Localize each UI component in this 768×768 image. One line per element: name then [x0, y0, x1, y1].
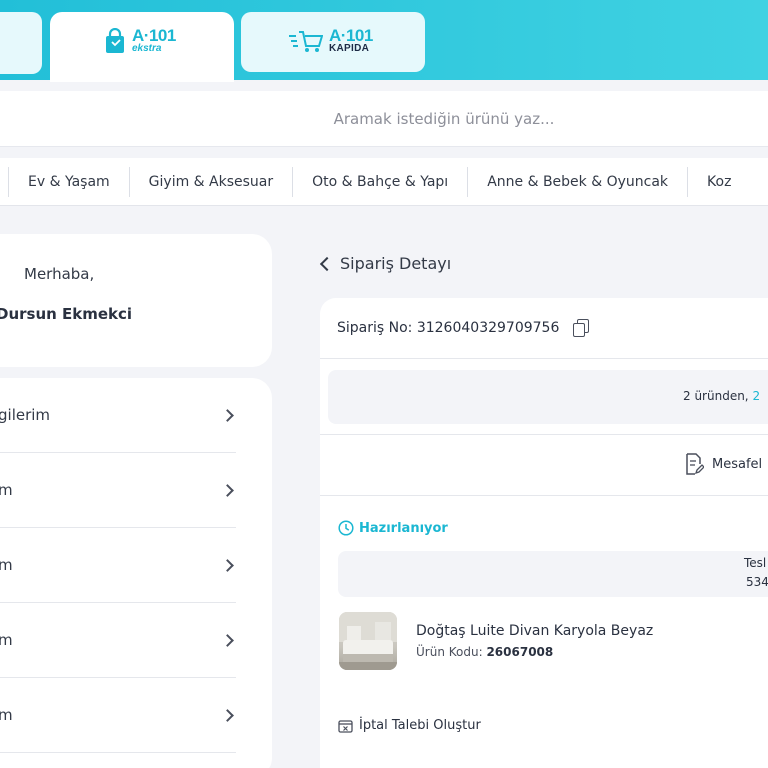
greeting-card: Merhaba, Dursun Ekmekci — [0, 234, 272, 367]
account-menu-item[interactable]: gilerim — [0, 378, 236, 453]
delivery-code: 534 — [746, 575, 768, 589]
kapida-logo: A·101 KAPIDA — [289, 26, 373, 54]
account-menu-item[interactable]: m — [0, 453, 236, 528]
cancel-box-icon — [338, 720, 353, 733]
order-number-row: Sipariş No: 3126040329709756 — [320, 298, 768, 359]
shopping-bag-icon — [106, 28, 124, 53]
account-menu: gilerim m m m m — [0, 378, 272, 768]
product-image[interactable] — [339, 612, 397, 670]
chevron-right-icon — [221, 708, 234, 722]
order-detail-card: Sipariş No: 3126040329709756 2 üründen, … — [320, 298, 768, 768]
status-label: Hazırlanıyor — [359, 520, 448, 536]
account-menu-item[interactable]: m — [0, 603, 236, 678]
top-header: A·101 ekstra A·101 KAPIDA — [0, 0, 768, 82]
product-code: Ürün Kodu: 26067008 — [416, 645, 553, 659]
menu-item-label: m — [0, 631, 13, 649]
category-kozmetik[interactable]: Koz — [688, 174, 750, 190]
cancel-request-button[interactable]: İptal Talebi Oluştur — [338, 718, 481, 733]
menu-item-label: m — [0, 481, 13, 499]
menu-item-label: gilerim — [0, 406, 51, 424]
chevron-left-icon — [319, 256, 335, 271]
category-anne-bebek-oyuncak[interactable]: Anne & Bebek & Oyuncak — [468, 174, 687, 190]
divider — [320, 495, 768, 496]
search-input[interactable] — [0, 91, 768, 147]
category-oto-bahce-yapi[interactable]: Oto & Bahçe & Yapı — [293, 174, 467, 190]
ekstra-sub: ekstra — [132, 43, 162, 54]
product-code-label: Ürün Kodu: — [416, 645, 483, 659]
order-summary-box: 2 üründen, 2 — [328, 370, 768, 424]
product-code-value: 26067008 — [486, 645, 554, 659]
chevron-right-icon — [221, 483, 234, 497]
bed-image — [339, 612, 397, 670]
product-name[interactable]: Doğtaş Luite Divan Karyola Beyaz — [416, 623, 653, 639]
delivery-label: Tesl — [744, 556, 767, 570]
chevron-right-icon — [221, 408, 234, 422]
delivery-info-box: Tesl 534 — [338, 551, 768, 597]
back-to-orders-link[interactable]: Sipariş Detayı — [318, 254, 451, 273]
greeting-text: Merhaba, — [24, 265, 95, 283]
summary-prefix: 2 üründen, — [683, 389, 753, 403]
distance-contract-label: Mesafel — [712, 456, 763, 472]
category-ev-yasam[interactable]: Ev & Yaşam — [9, 174, 129, 190]
page-title: Sipariş Detayı — [340, 254, 452, 273]
menu-item-label: m — [0, 556, 13, 574]
menu-item-label: m — [0, 706, 13, 724]
chevron-right-icon — [221, 633, 234, 647]
divider — [320, 434, 768, 435]
store-tab-partial[interactable] — [0, 12, 42, 74]
store-tab-ekstra[interactable]: A·101 ekstra — [50, 12, 234, 82]
cancel-request-label: İptal Talebi Oluştur — [359, 718, 481, 733]
ekstra-logo: A·101 ekstra — [104, 26, 176, 54]
ekstra-brand: A·101 — [132, 26, 176, 45]
order-summary-text: 2 üründen, 2 — [683, 389, 760, 403]
clock-icon — [338, 520, 354, 536]
order-status: Hazırlanıyor — [338, 520, 448, 536]
store-tab-kapida[interactable]: A·101 KAPIDA — [241, 12, 425, 72]
account-menu-item[interactable]: m — [0, 528, 236, 603]
category-nav: Ev & Yaşam Giyim & Aksesuar Oto & Bahçe … — [0, 158, 768, 206]
user-name: Dursun Ekmekci — [0, 305, 133, 323]
account-menu-item[interactable]: m — [0, 678, 236, 753]
chevron-right-icon — [221, 558, 234, 572]
summary-highlight: 2 — [752, 389, 761, 403]
kapida-brand: A·101 — [329, 26, 373, 45]
delivery-cart-icon — [289, 31, 323, 52]
document-edit-icon — [686, 453, 704, 475]
category-giyim-aksesuar[interactable]: Giyim & Aksesuar — [130, 174, 292, 190]
kapida-sub: KAPIDA — [329, 43, 370, 54]
copy-icon[interactable] — [573, 319, 590, 337]
distance-contract-link[interactable]: Mesafel — [684, 453, 762, 475]
search-bar — [0, 91, 768, 147]
order-number: Sipariş No: 3126040329709756 — [337, 320, 560, 336]
